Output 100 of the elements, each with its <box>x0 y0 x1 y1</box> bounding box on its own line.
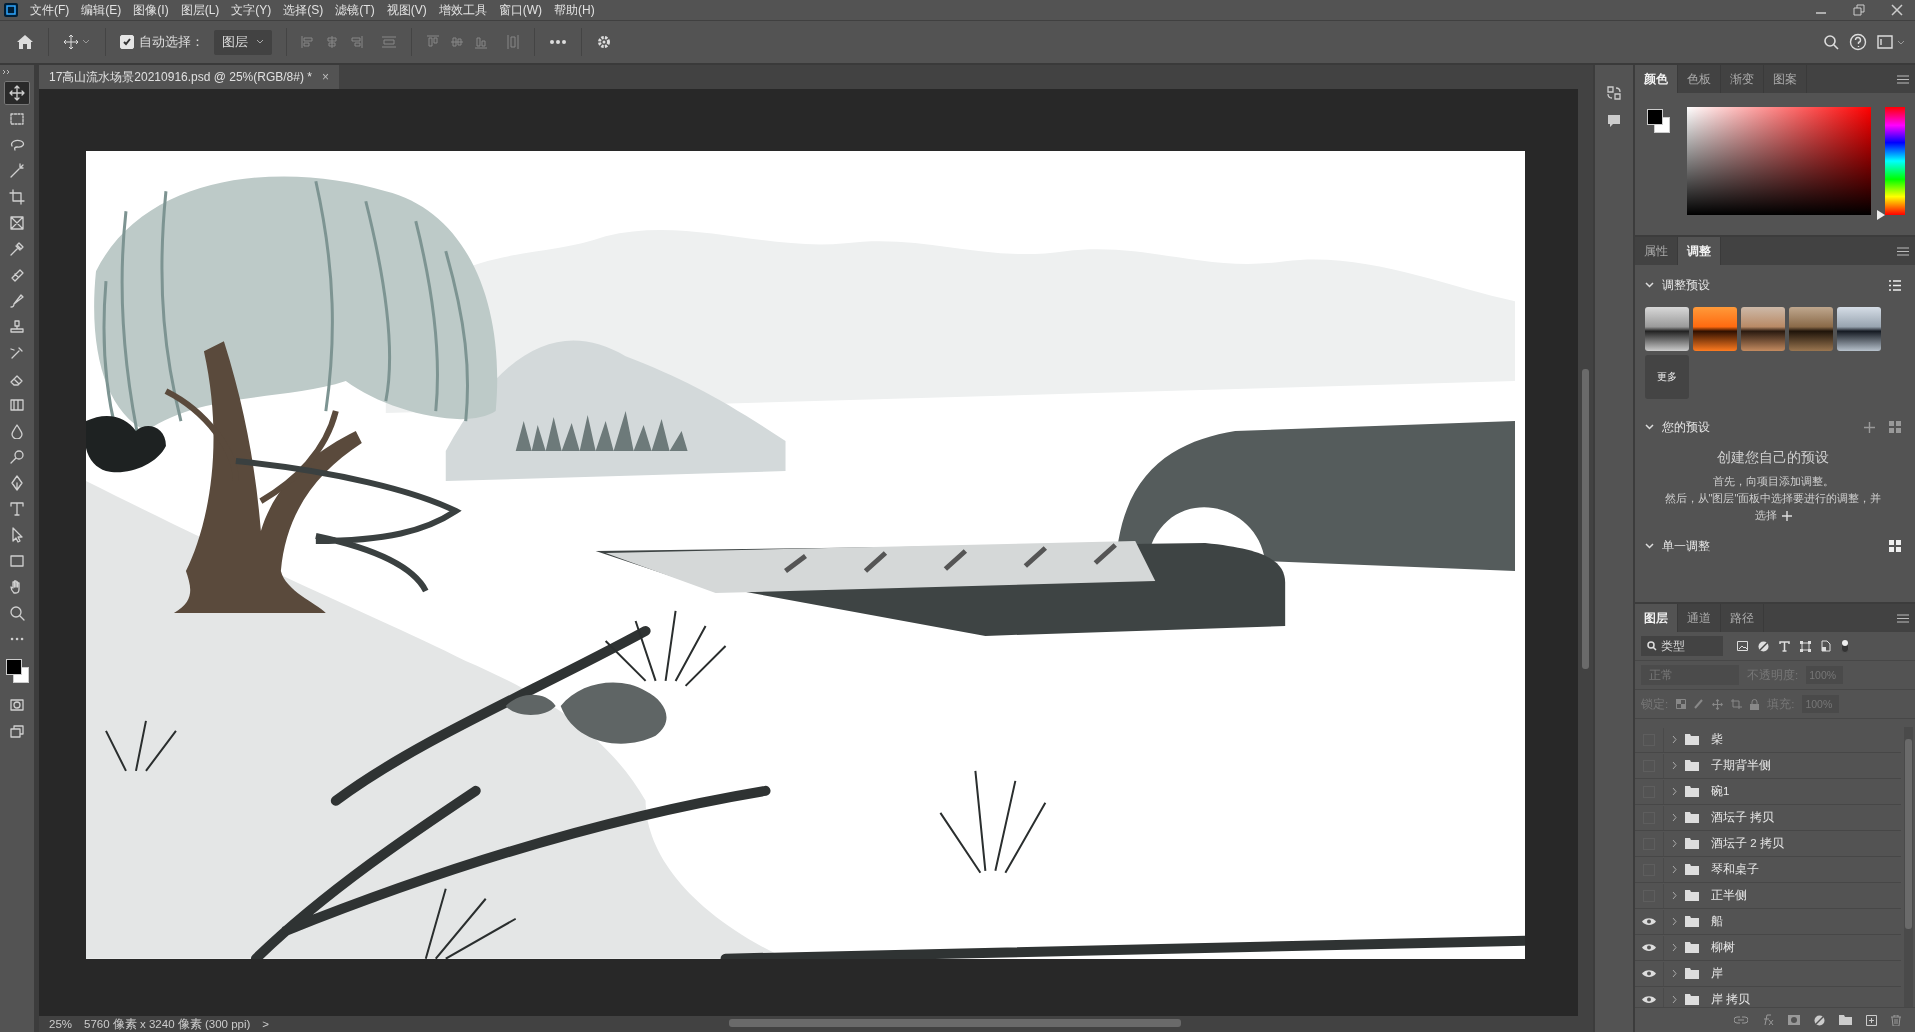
more-options-icon[interactable] <box>549 39 567 45</box>
scrollbar-thumb[interactable] <box>1582 369 1589 669</box>
add-icon <box>1781 510 1792 521</box>
move-tool-icon[interactable] <box>63 34 91 50</box>
layer-name[interactable]: 岸 <box>1711 966 1723 981</box>
panel-tab[interactable]: 渐变 <box>1721 65 1764 93</box>
menu-item[interactable]: 文件(F) <box>30 1 70 19</box>
preset-thumbnail[interactable] <box>1741 307 1785 351</box>
layer-name[interactable]: 琴和桌子 <box>1711 862 1759 877</box>
search-icon <box>1647 641 1657 651</box>
smart-object-filter-icon[interactable] <box>1821 640 1831 652</box>
scrollbar-thumb[interactable] <box>729 1019 1182 1027</box>
comment-icon[interactable] <box>1606 113 1622 129</box>
preset-thumbnail[interactable] <box>1789 307 1833 351</box>
layer-name[interactable]: 碗1 <box>1711 784 1730 799</box>
folder-icon <box>1685 760 1699 771</box>
scrollbar-thumb[interactable] <box>1905 739 1912 929</box>
section-title[interactable]: 调整预设 <box>1662 276 1710 294</box>
history-icon[interactable] <box>1606 85 1622 101</box>
filter-toggle-icon[interactable] <box>1841 639 1849 653</box>
panel-tab[interactable]: 通道 <box>1678 604 1721 632</box>
settings-icon[interactable] <box>596 34 612 50</box>
auto-select-label: 自动选择： <box>139 33 204 51</box>
empty-state-text: 然后，从"图层"面板中选择要进行的调整，并 <box>1663 491 1883 506</box>
layer-name[interactable]: 酒坛子 拷贝 <box>1711 810 1775 825</box>
menu-item[interactable]: 编辑(E) <box>81 1 122 19</box>
grid-view-icon[interactable] <box>1889 540 1901 552</box>
menu-item[interactable]: 滤镜(T) <box>335 1 375 19</box>
layer-name[interactable]: 子期背半侧 <box>1711 758 1771 773</box>
panel-menu-icon[interactable] <box>1897 613 1909 623</box>
menu-item[interactable]: 窗口(W) <box>498 1 542 19</box>
layer-name[interactable]: 酒坛子 2 拷贝 <box>1711 836 1784 851</box>
slider-thumb[interactable] <box>1877 210 1885 220</box>
panel-tab[interactable]: 颜色 <box>1635 65 1678 93</box>
home-icon[interactable] <box>16 34 34 50</box>
list-view-icon[interactable] <box>1889 279 1901 291</box>
move-tool-icon[interactable] <box>4 81 30 105</box>
preset-thumbnail[interactable] <box>1837 307 1881 351</box>
target-dropdown[interactable]: 图层 <box>214 29 272 55</box>
app-logo-icon[interactable] <box>4 3 18 17</box>
search-icon[interactable] <box>1823 34 1839 50</box>
new-layer-icon[interactable] <box>1866 1014 1877 1026</box>
menu-item[interactable]: 视图(V) <box>386 1 427 19</box>
section-title[interactable]: 单一调整 <box>1662 537 1710 555</box>
menu-item[interactable]: 增效工具 <box>438 1 487 19</box>
menu-item[interactable]: 图层(L) <box>180 1 220 19</box>
layer-name[interactable]: 船 <box>1711 914 1723 929</box>
close-tab-button[interactable]: × <box>321 70 329 84</box>
folder-icon <box>1685 812 1699 823</box>
layer-name[interactable]: 正半侧 <box>1711 888 1747 903</box>
lock-transparency-icon[interactable] <box>1676 699 1687 709</box>
adjustment-layer-icon[interactable] <box>1814 1014 1825 1026</box>
auto-select-checkbox[interactable] <box>120 35 134 49</box>
chevron-down-icon[interactable] <box>1645 424 1654 430</box>
restore-icon[interactable] <box>1853 4 1865 16</box>
expand-icon[interactable] <box>2 69 10 75</box>
layer-name[interactable]: 岸 拷贝 <box>1711 992 1751 1007</box>
section-title[interactable]: 您的预设 <box>1662 418 1710 436</box>
panel-tab[interactable]: 图案 <box>1764 65 1807 93</box>
color-field[interactable] <box>1687 107 1871 215</box>
menu-item[interactable]: 帮助(H) <box>554 1 595 19</box>
image-filter-icon[interactable] <box>1737 641 1748 651</box>
layer-name[interactable]: 柴 <box>1711 732 1723 747</box>
close-icon[interactable] <box>1891 4 1903 16</box>
trash-icon[interactable] <box>1891 1014 1901 1026</box>
move-icon[interactable] <box>1712 698 1724 710</box>
grid-view-icon[interactable] <box>1889 421 1901 433</box>
hue-spectrum-bar[interactable] <box>1885 107 1905 215</box>
filter-dropdown[interactable]: 类型 <box>1641 636 1723 656</box>
help-icon[interactable] <box>1849 33 1867 51</box>
status-menu-arrow[interactable]: > <box>262 1018 270 1030</box>
panel-tab[interactable]: 调整 <box>1678 237 1721 265</box>
menu-item[interactable]: 文字(Y) <box>231 1 272 19</box>
preset-thumbnail[interactable] <box>1645 307 1689 351</box>
panel-tab[interactable]: 图层 <box>1635 604 1678 632</box>
preset-thumbnail[interactable] <box>1693 307 1737 351</box>
panel-tab[interactable]: 色板 <box>1678 65 1721 93</box>
brush-icon[interactable] <box>1694 699 1705 709</box>
layer-name[interactable]: 柳树 <box>1711 940 1735 955</box>
folder-icon <box>1685 890 1699 901</box>
document-tab[interactable]: 17高山流水场景20210916.psd @ 25%(RGB/8#) * × <box>39 65 339 89</box>
effects-icon[interactable] <box>1762 1014 1774 1026</box>
type-filter-icon[interactable] <box>1779 640 1790 652</box>
workspace-icon[interactable] <box>1877 35 1905 49</box>
add-icon[interactable] <box>1864 421 1875 433</box>
link-icon[interactable] <box>1734 1016 1748 1024</box>
more-presets-button[interactable]: 更多 <box>1645 355 1689 399</box>
folder-icon[interactable] <box>1839 1015 1852 1025</box>
menu-item[interactable]: 图像(I) <box>133 1 169 19</box>
menu-item[interactable]: 选择(S) <box>283 1 324 19</box>
adjustment-filter-icon[interactable] <box>1758 640 1769 652</box>
mask-icon[interactable] <box>1788 1015 1800 1025</box>
panel-tab[interactable]: 路径 <box>1721 604 1764 632</box>
lock-icon[interactable] <box>1750 698 1760 710</box>
panel-menu-icon[interactable] <box>1897 246 1909 256</box>
zoom-level[interactable]: 25% <box>49 1018 73 1030</box>
panel-menu-icon[interactable] <box>1897 74 1909 84</box>
chevron-down-icon[interactable] <box>1645 282 1654 288</box>
chevron-down-icon[interactable] <box>1645 543 1654 549</box>
shape-filter-icon[interactable] <box>1800 640 1811 652</box>
